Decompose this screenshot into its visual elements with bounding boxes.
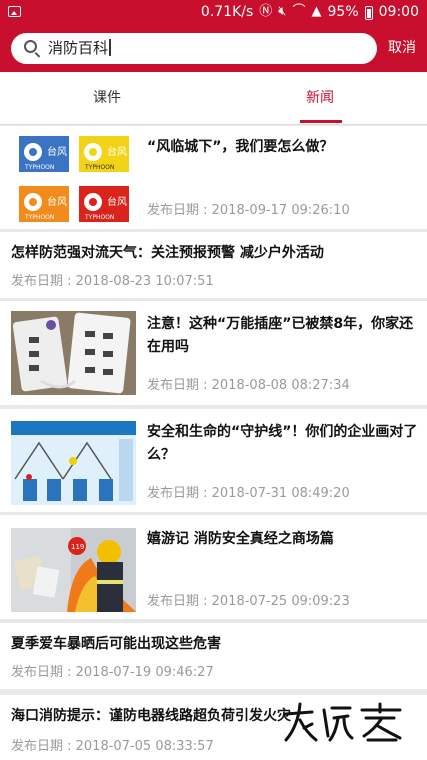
typhoon-label: 台风 xyxy=(47,195,67,208)
search-icon xyxy=(24,40,37,53)
typhoon-label: 台风 xyxy=(107,195,127,208)
news-date: 发布日期 : 2018-08-08 08:27:34 xyxy=(147,378,350,393)
typhoon-label: 台风 xyxy=(47,145,67,158)
search-bar[interactable]: 消防百科 xyxy=(11,33,377,64)
network-speed: 0.71K/s xyxy=(200,4,254,20)
news-date: 发布日期 : 2018-08-23 10:07:51 xyxy=(11,274,214,289)
wifi-icon: ⌒ xyxy=(292,4,306,19)
cancel-button[interactable]: 取消 xyxy=(388,38,416,58)
text-cursor xyxy=(109,39,111,56)
news-item[interactable]: 夏季爱车暴晒后可能出现这些危害 发布日期 : 2018-07-19 09:46:… xyxy=(0,623,427,689)
news-item[interactable]: 注意！这种“万能插座”已被禁8年，你家还在用吗 发布日期 : 2018-08-0… xyxy=(0,301,427,405)
typhoon-warning-thumbnail: 台风 台风 台风 台风 TYPHOON TYPHOON TYPHOON TYPH… xyxy=(11,134,133,224)
news-item[interactable]: 台风 台风 台风 台风 TYPHOON TYPHOON TYPHOON TYPH… xyxy=(0,126,427,229)
power-strip-thumbnail xyxy=(11,311,136,395)
news-item[interactable]: 怎样防范强对流天气：关注预报预警 减少户外活动 发布日期 : 2018-08-2… xyxy=(0,232,427,298)
search-input[interactable]: 消防百科 xyxy=(48,39,111,58)
news-item[interactable]: 119 嬉游记 消防安全真经之商场篇 发布日期 : 2018-07-25 09:… xyxy=(0,515,427,619)
gallery-notification-icon xyxy=(8,6,21,17)
tab-courses[interactable]: 课件 xyxy=(93,89,121,107)
typhoon-caption: TYPHOON xyxy=(24,164,54,171)
status-right-group: 0.71K/s Ⓝ 🔇︎ ⌒ ▲ 95% 09:00 xyxy=(201,4,419,20)
news-date: 发布日期 : 2018-07-05 08:33:57 xyxy=(11,739,214,754)
news-title: 注意！这种“万能插座”已被禁8年，你家还在用吗 xyxy=(147,316,414,355)
mute-icon: 🔇︎ xyxy=(278,4,287,19)
news-title: 夏季爱车暴晒后可能出现这些危害 xyxy=(11,636,221,652)
typhoon-caption: TYPHOON xyxy=(84,214,114,221)
news-item[interactable]: 安全和生命的“守护线”！你们的企业画对了么？ 发布日期 : 2018-07-31… xyxy=(0,409,427,512)
badge-number: 119 xyxy=(71,543,84,551)
signal-icon: ▲ xyxy=(311,4,322,19)
news-title: 怎样防范强对流天气：关注预报预警 减少户外活动 xyxy=(11,245,324,261)
typhoon-caption: TYPHOON xyxy=(24,214,54,221)
news-date: 发布日期 : 2018-07-25 09:09:23 xyxy=(147,594,350,609)
typhoon-caption: TYPHOON xyxy=(84,164,114,171)
typhoon-label: 台风 xyxy=(107,145,127,158)
news-title: 安全和生命的“守护线”！你们的企业画对了么？ xyxy=(147,424,418,463)
building-diagram-thumbnail xyxy=(11,421,136,505)
tab-news[interactable]: 新闻 xyxy=(306,89,334,107)
nfc-icon: Ⓝ xyxy=(259,4,273,19)
watermark-logo xyxy=(284,702,402,742)
firefighter-thumbnail: 119 xyxy=(11,528,136,612)
clock: 09:00 xyxy=(378,4,419,20)
news-title: 嬉游记 消防安全真经之商场篇 xyxy=(147,531,334,547)
active-tab-indicator xyxy=(300,120,342,123)
status-bar: 0.71K/s Ⓝ 🔇︎ ⌒ ▲ 95% 09:00 xyxy=(0,0,427,26)
news-date: 发布日期 : 2018-09-17 09:26:10 xyxy=(147,203,350,218)
battery-icon xyxy=(364,6,373,20)
news-date: 发布日期 : 2018-07-31 08:49:20 xyxy=(147,486,350,501)
battery-percent: 95% xyxy=(327,4,359,20)
news-title: “风临城下”，我们要怎么做？ xyxy=(147,139,334,155)
search-query-text: 消防百科 xyxy=(48,39,109,57)
news-date: 发布日期 : 2018-07-19 09:46:27 xyxy=(11,665,214,680)
tab-bar: 课件 新闻 xyxy=(0,72,427,125)
